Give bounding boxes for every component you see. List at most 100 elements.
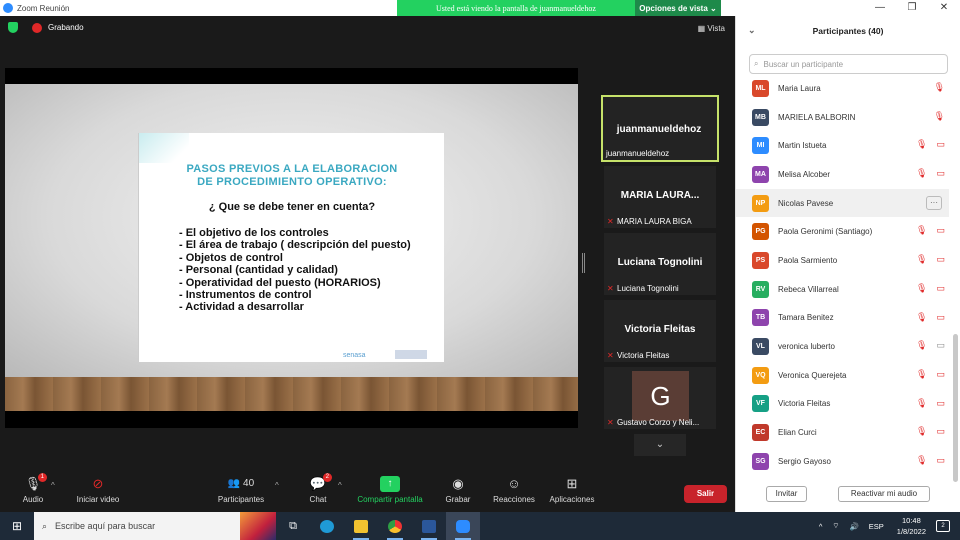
window-controls: — ❐ ✕ — [864, 0, 960, 16]
zoom-taskbar-icon[interactable] — [446, 512, 480, 540]
notifications-icon[interactable]: 2 — [936, 520, 950, 532]
participant-search-input[interactable]: ⌕ Buscar un participante — [749, 54, 948, 74]
windows-taskbar: ⊞ ⌕ Escribe aquí para buscar ⧉ ^ ⌔ 🔊 ESP… — [0, 512, 960, 540]
record-button[interactable]: ◉ Grabar — [442, 476, 474, 504]
restore-button[interactable]: ❐ — [896, 0, 928, 16]
video-tile[interactable]: MARIA LAURA... ✕ MARIA LAURA BIGA — [604, 166, 716, 228]
video-tile[interactable]: Victoria Fleitas ✕ Victoria Fleitas — [604, 300, 716, 362]
avatar: NP — [752, 194, 769, 212]
tile-name: Luciana Tognolini — [617, 257, 703, 268]
participant-row[interactable]: VQ Veronica Querejeta 🎙 ▭ — [736, 361, 949, 390]
avatar: VF — [752, 395, 769, 413]
more-options-button[interactable]: ··· — [926, 195, 942, 210]
reactions-button[interactable]: ☺ Reacciones — [490, 476, 538, 504]
participant-status-icons: 🎙 ▭ — [916, 426, 945, 437]
share-screen-button[interactable]: ↑ Compartir pantalla — [354, 476, 426, 504]
mic-muted-icon: 🎙 — [916, 225, 928, 236]
participant-row[interactable]: VL veronica luberto 🎙 ▭ — [736, 332, 949, 361]
word-icon[interactable] — [412, 512, 446, 540]
zoom-logo-icon — [3, 3, 13, 13]
participant-row[interactable]: PG Paola Geronimi (Santiago) 🎙 ▭ — [736, 217, 949, 246]
reclaim-audio-button[interactable]: Reactivar mi audio — [838, 486, 930, 502]
video-off-icon: ⊘ — [92, 476, 104, 491]
taskbar-search-input[interactable]: ⌕ Escribe aquí para buscar — [34, 512, 276, 540]
invite-button[interactable]: Invitar — [766, 486, 807, 502]
participants-options-caret[interactable]: ^ — [275, 481, 279, 490]
video-tile-active-speaker[interactable]: juanmanueldehoz juanmanueldehoz — [601, 95, 719, 162]
avatar: EC — [752, 424, 769, 442]
participant-name: Nicolas Pavese — [778, 198, 834, 208]
network-icon[interactable]: ⌔ — [832, 521, 839, 531]
leave-button[interactable]: Salir — [684, 485, 727, 503]
view-options-button[interactable]: Opciones de vista ⌄ — [635, 0, 721, 16]
language-indicator[interactable]: ESP — [869, 522, 884, 531]
mic-muted-icon: 🎙 — [916, 139, 928, 150]
video-tile[interactable]: G ✕ Gustavo Corzo y Neli... — [604, 367, 716, 429]
participant-row[interactable]: TB Tamara Benitez 🎙 ▭ — [736, 304, 949, 333]
resize-splitter[interactable] — [582, 253, 585, 273]
participant-row[interactable]: ML Maria Laura 🎙 — [736, 74, 949, 103]
audio-label: Audio — [22, 495, 44, 504]
chrome-icon[interactable] — [378, 512, 412, 540]
chevron-down-icon[interactable]: ⌄ — [634, 434, 686, 456]
participant-status-icons: 🎙 ▭ — [916, 455, 945, 466]
clock[interactable]: 10:48 1/8/2022 — [897, 515, 926, 537]
apps-button[interactable]: ⊞ Aplicaciones — [546, 476, 598, 504]
participant-name: Elian Curci — [778, 428, 817, 438]
participant-row[interactable]: EC Elian Curci 🎙 ▭ — [736, 418, 949, 447]
participant-row[interactable]: VF Victoria Fleitas 🎙 ▭ — [736, 390, 949, 419]
tile-label: ✕ Victoria Fleitas — [607, 350, 670, 360]
windows-start-icon[interactable]: ⊞ — [0, 512, 34, 540]
close-button[interactable]: ✕ — [928, 0, 960, 16]
avatar: SG — [752, 452, 769, 470]
volume-icon[interactable]: 🔊 — [849, 522, 858, 531]
avatar: PS — [752, 251, 769, 269]
slide-bullet: - Actividad a desarrollar — [179, 301, 304, 314]
security-shield-icon[interactable] — [8, 22, 18, 33]
view-button[interactable]: ▦ Vista — [698, 24, 725, 33]
minimize-button[interactable]: — — [864, 0, 896, 16]
task-view-icon[interactable]: ⧉ — [276, 512, 310, 540]
participant-row[interactable]: NP Nicolas Pavese ··· — [736, 188, 949, 218]
chat-button[interactable]: 💬 2 Chat — [304, 473, 332, 504]
avatar: MI — [752, 137, 769, 155]
mic-muted-icon: 🎙 — [916, 168, 928, 179]
participants-button[interactable]: 👥 40 Participantes — [214, 476, 268, 504]
participant-status-icons: 🎙 ▭ — [916, 369, 945, 380]
audio-button[interactable]: 🎙 1 Audio — [20, 473, 47, 504]
chat-options-caret[interactable]: ^ — [338, 481, 342, 490]
audio-options-caret[interactable]: ^ — [51, 481, 55, 490]
recording-status: Grabando — [48, 23, 84, 32]
start-video-button[interactable]: ⊘ Iniciar video — [72, 476, 124, 504]
participant-name: Tamara Benitez — [778, 313, 834, 323]
video-off-icon: ▭ — [936, 426, 945, 437]
view-label: Vista — [707, 24, 725, 33]
participant-row[interactable]: RV Rebeca Villarreal 🎙 ▭ — [736, 275, 949, 304]
participant-row[interactable]: MI Martin Istueta 🎙 ▭ — [736, 131, 949, 160]
participant-row[interactable]: PS Paola Sarmiento 🎙 ▭ — [736, 246, 949, 275]
participant-name: Paola Sarmiento — [778, 255, 838, 265]
participant-name: Sergio Gayoso — [778, 456, 831, 466]
participant-status-icons: 🎙 ▭ — [916, 283, 945, 294]
participant-row[interactable]: MA Melisa Alcober 🎙 ▭ — [736, 160, 949, 189]
tray-chevron-icon[interactable]: ^ — [819, 522, 823, 531]
file-explorer-icon[interactable] — [344, 512, 378, 540]
participant-row[interactable]: MB MARIELA BALBORIN 🎙 — [736, 103, 949, 132]
tile-label: ✕ Gustavo Corzo y Neli... — [607, 417, 700, 427]
mic-muted-icon: ✕ — [607, 283, 614, 293]
search-icon: ⌕ — [42, 520, 48, 531]
participant-status-icons: 🎙 ▭ — [916, 139, 945, 150]
panel-scrollbar[interactable] — [953, 334, 958, 482]
slide-bullets: - El objetivo de los controles - El área… — [179, 227, 411, 314]
search-highlight-image — [240, 512, 276, 540]
avatar: MB — [752, 108, 769, 126]
mic-muted-icon: 🎙 — [916, 340, 928, 351]
participant-row[interactable]: SG Sergio Gayoso 🎙 ▭ — [736, 447, 949, 476]
video-tile[interactable]: Luciana Tognolini ✕ Luciana Tognolini — [604, 233, 716, 295]
slide-bullet: - El objetivo de los controles — [179, 227, 329, 239]
chevron-down-icon[interactable]: ⌄ — [748, 25, 756, 36]
edge-icon[interactable] — [310, 512, 344, 540]
tile-name: juanmanueldehoz — [616, 124, 702, 135]
senasa-logo: senasa — [343, 352, 366, 359]
participant-status-icons: 🎙 ▭ — [916, 398, 945, 409]
